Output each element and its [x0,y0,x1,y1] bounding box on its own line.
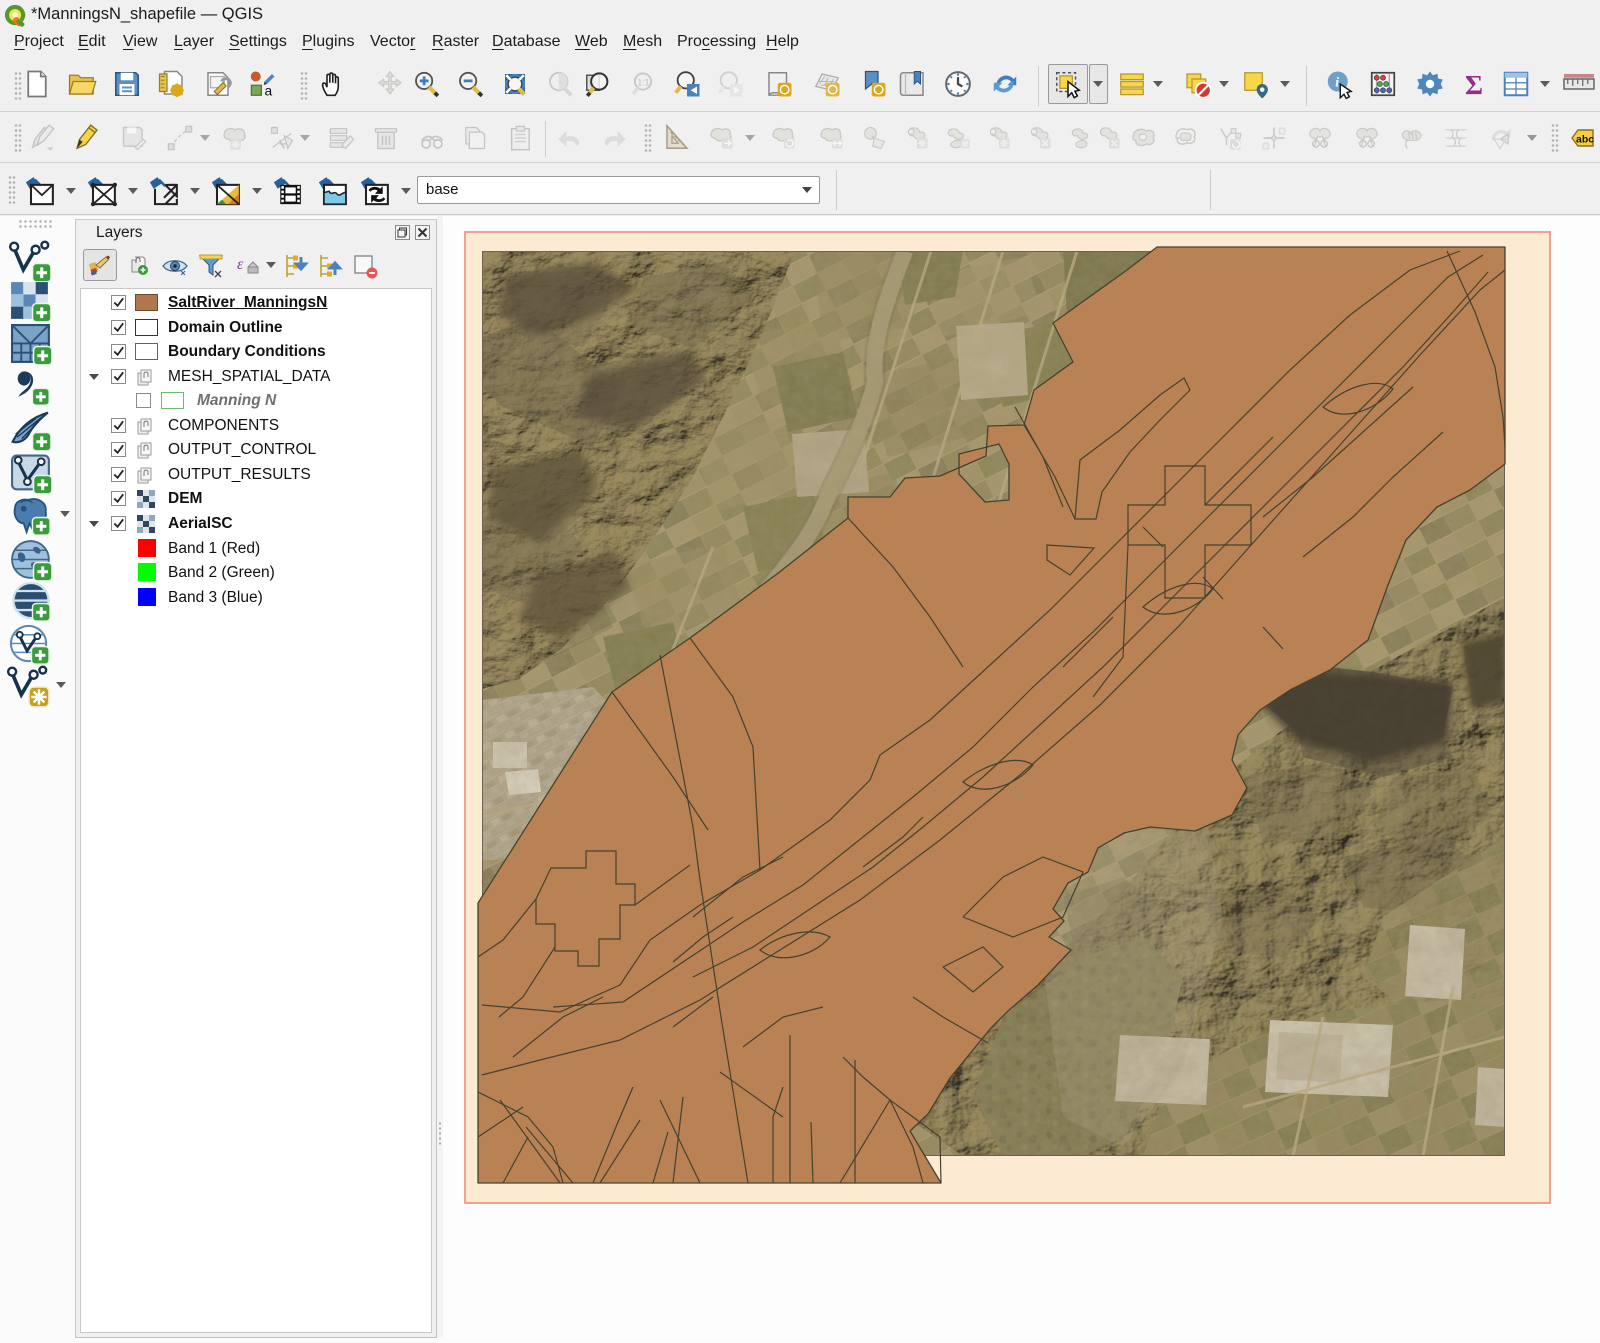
svg-text:ε: ε [237,256,244,273]
svg-text:1:1: 1:1 [637,77,649,87]
svg-text:a: a [265,83,273,98]
svg-text:abc: abc [1576,134,1594,146]
svg-text:i: i [1335,75,1339,90]
svg-text:Σ: Σ [1465,69,1483,99]
